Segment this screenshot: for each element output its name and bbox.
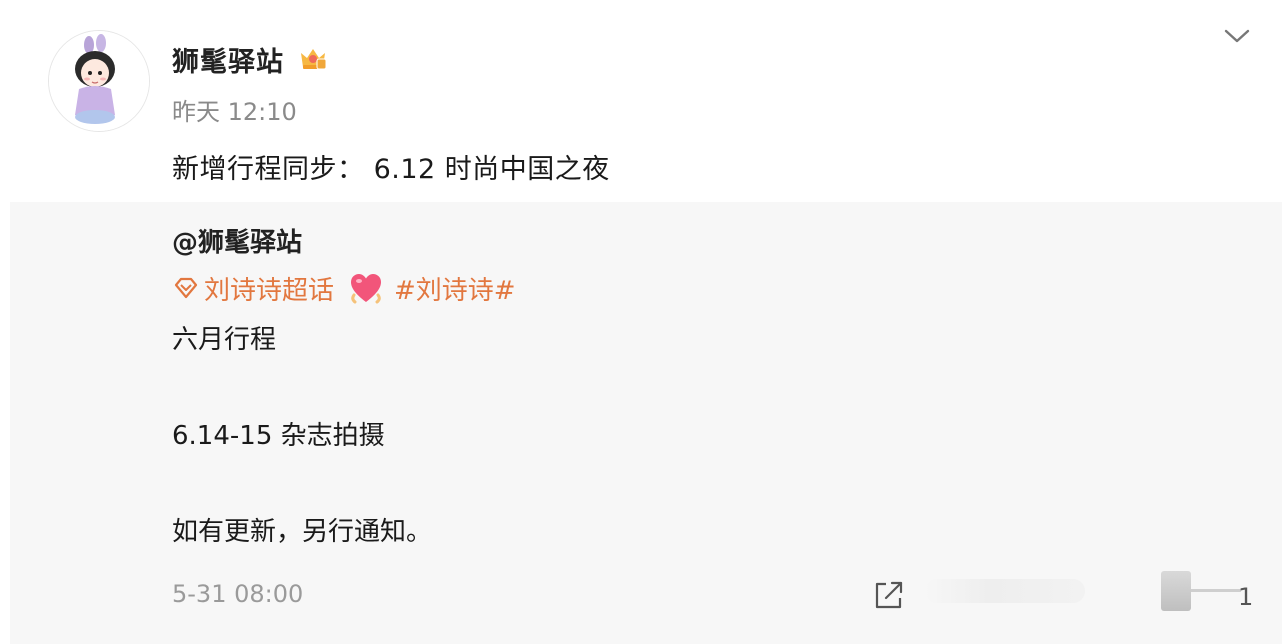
repost-text-line: 六月行程 [172,325,277,355]
post-header: 狮髦驿站 昨天 12:10 新增行程同步： 6.12 时尚中国之夜 [10,0,1282,202]
avatar-illustration [49,31,149,131]
heart-emoji-icon [351,274,382,304]
supertopic-link[interactable]: 刘诗诗超话 [204,270,334,307]
username[interactable]: 狮髦驿站 [172,40,284,79]
post-timestamp: 昨天 12:10 [172,98,297,126]
weibo-post: 狮髦驿站 昨天 12:10 新增行程同步： 6.12 时尚中国之夜 @狮髦驿站 … [10,0,1282,644]
tag-row: 刘诗诗超话 #刘诗诗# [172,270,516,306]
divider [1191,589,1241,592]
post-text: 新增行程同步： 6.12 时尚中国之夜 [172,154,610,185]
repost-text-line: 如有更新，另行通知。 [172,517,433,547]
blurred-action [925,579,1085,603]
share-icon[interactable] [872,578,906,612]
repost-author[interactable]: @狮髦驿站 [172,222,302,259]
hashtag-link[interactable]: #刘诗诗# [394,270,516,307]
repost-text-line: 6.14-15 杂志拍摄 [172,421,385,451]
avatar[interactable] [48,30,150,132]
repost-timestamp: 5-31 08:00 [172,580,304,608]
like-button[interactable] [1161,571,1191,611]
interaction-count: 1 [1238,583,1254,611]
diamond-icon [174,277,198,299]
reposted-content: @狮髦驿站 刘诗诗超话 #刘诗诗# 六月行程 6.14-15 杂志拍摄 如有更新… [10,202,1282,644]
crown-badge-icon[interactable] [298,43,328,73]
action-bar [925,571,1255,611]
chevron-down-icon[interactable] [1222,24,1252,48]
